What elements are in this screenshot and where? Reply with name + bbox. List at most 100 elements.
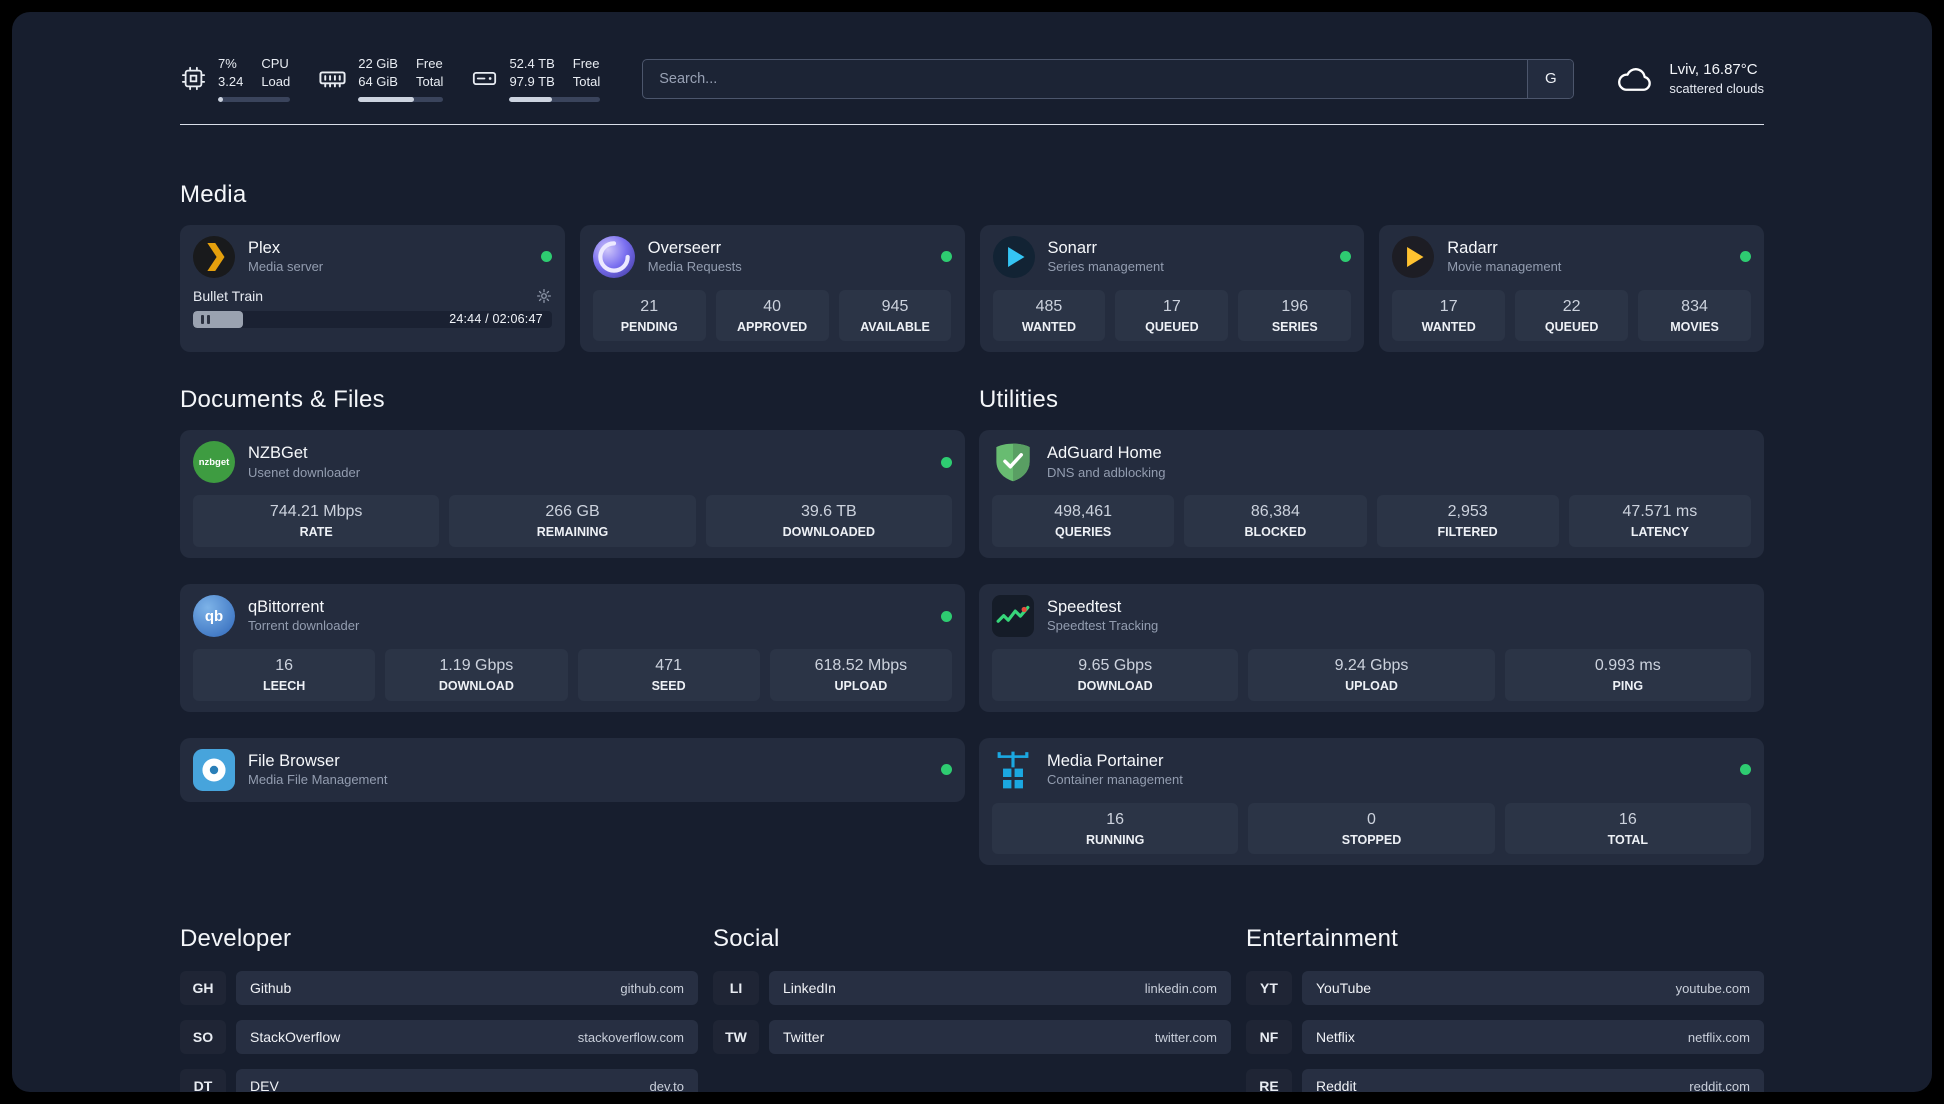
plex-icon: [193, 235, 235, 278]
stat-tile: 2,953 FILTERED: [1376, 495, 1559, 548]
topbar: 7% 3.24 CPU Load 22 GiB 64 GiB Free Tota…: [180, 56, 1764, 102]
disk-icon: [471, 65, 498, 92]
app-subtitle: Torrent downloader: [248, 618, 360, 634]
bookmark-abbr: TW: [713, 1020, 759, 1054]
app-subtitle: Series management: [1047, 259, 1164, 275]
app-subtitle: Media Requests: [647, 259, 742, 275]
bookmark-link-youtube[interactable]: YouTube youtube.com: [1302, 971, 1764, 1006]
weather-location: Lviv, 16.87°C: [1669, 60, 1758, 78]
portainer-card[interactable]: Media Portainer Container management 16 …: [979, 737, 1764, 866]
search-engine-button[interactable]: G: [1527, 59, 1574, 98]
stat-tile: 266 GB REMAINING: [449, 495, 696, 548]
stat-tile: 0.993 ms PING: [1504, 649, 1751, 701]
qbittorrent-card[interactable]: qb qBittorrent Torrent downloader 16 LEE…: [180, 584, 965, 712]
weather-widget: Lviv, 16.87°C scattered clouds: [1616, 60, 1764, 98]
stat-tile: 22 QUEUED: [1515, 289, 1629, 342]
stat-tile: 945 AVAILABLE: [838, 289, 952, 342]
qbittorrent-icon: qb: [193, 595, 235, 638]
disk-values: 52.4 TB 97.9 TB: [509, 56, 555, 89]
bookmark-link-reddit[interactable]: Reddit reddit.com: [1302, 1069, 1764, 1092]
radarr-icon: [1392, 235, 1435, 278]
disk-labels: Free Total: [572, 56, 601, 89]
section-documents: Documents & Files nzbget NZBGet Usenet d…: [180, 386, 965, 865]
bookmark-abbr: LI: [713, 971, 759, 1005]
stat-tile: 0 STOPPED: [1248, 802, 1495, 855]
stat-tile: 16 TOTAL: [1504, 802, 1751, 855]
bookmark-row: RE Reddit reddit.com: [1246, 1069, 1764, 1092]
disk-usage-bar: [509, 96, 601, 102]
filebrowser-card[interactable]: File Browser Media File Management: [180, 737, 965, 802]
app-title: Radarr: [1447, 238, 1498, 257]
bookmark-link-dev[interactable]: DEV dev.to: [236, 1069, 698, 1092]
app-title: AdGuard Home: [1047, 444, 1162, 463]
app-subtitle: Container management: [1047, 772, 1183, 788]
sonarr-card[interactable]: Sonarr Series management 485 WANTED 17 Q…: [979, 224, 1365, 353]
system-metrics: 7% 3.24 CPU Load 22 GiB 64 GiB Free Tota…: [180, 56, 601, 102]
utilities-section-title: Utilities: [979, 386, 1059, 414]
playback-progress-bar[interactable]: 24:44 / 02:06:47: [193, 310, 552, 328]
ram-metric: 22 GiB 64 GiB Free Total: [318, 56, 444, 102]
bookmark-row: LI LinkedIn linkedin.com: [713, 971, 1231, 1006]
cloud-icon: [1616, 64, 1656, 94]
bookmark-link-twitter[interactable]: Twitter twitter.com: [769, 1020, 1231, 1055]
portainer-icon: [992, 749, 1034, 791]
section-developer: Developer GH Github github.com SO StackO…: [180, 925, 698, 1092]
nzbget-card[interactable]: nzbget NZBGet Usenet downloader 744.21 M…: [180, 430, 965, 559]
overseerr-card[interactable]: Overseerr Media Requests 21 PENDING 40 A…: [579, 224, 965, 353]
adguard-card[interactable]: AdGuard Home DNS and adblocking 498,461 …: [979, 430, 1764, 559]
app-subtitle: Media server: [248, 259, 324, 275]
stat-tile: 196 SERIES: [1238, 289, 1352, 342]
search-input[interactable]: [643, 70, 1528, 87]
developer-section-title: Developer: [180, 925, 292, 953]
cpu-labels: CPU Load: [261, 56, 291, 89]
search-bar[interactable]: G: [642, 58, 1575, 99]
media-section-title: Media: [180, 180, 247, 208]
app-subtitle: Usenet downloader: [248, 464, 361, 480]
status-dot: [941, 764, 952, 776]
status-dot: [1740, 764, 1751, 776]
app-subtitle: Media File Management: [248, 772, 388, 788]
cpu-icon: [180, 65, 207, 92]
documents-section-title: Documents & Files: [180, 386, 385, 414]
stat-tile: 40 APPROVED: [715, 289, 829, 342]
plex-card[interactable]: Plex Media server Bullet Train 24:44 / 0…: [180, 224, 565, 353]
social-section-title: Social: [713, 925, 780, 953]
gear-icon[interactable]: [536, 288, 552, 304]
bookmark-abbr: NF: [1246, 1020, 1292, 1054]
stat-tile: 47.571 ms LATENCY: [1568, 495, 1751, 548]
stat-tile: 9.24 Gbps UPLOAD: [1248, 649, 1495, 701]
stat-tile: 86,384 BLOCKED: [1184, 495, 1367, 548]
bookmark-link-netflix[interactable]: Netflix netflix.com: [1302, 1020, 1764, 1055]
status-dot: [1740, 251, 1751, 263]
speedtest-card[interactable]: Speedtest Speedtest Tracking 9.65 Gbps D…: [979, 584, 1764, 712]
bookmark-link-linkedin[interactable]: LinkedIn linkedin.com: [769, 971, 1231, 1006]
pause-icon: [201, 314, 210, 324]
stat-tile: 471 SEED: [577, 649, 760, 701]
bookmark-row: TW Twitter twitter.com: [713, 1020, 1231, 1055]
app-subtitle: Movie management: [1447, 259, 1562, 275]
section-social: Social LI LinkedIn linkedin.com TW Twitt…: [713, 925, 1231, 1092]
section-entertainment: Entertainment YT YouTube youtube.com NF …: [1246, 925, 1764, 1092]
ram-values: 22 GiB 64 GiB: [358, 56, 398, 89]
stat-tile: 834 MOVIES: [1638, 289, 1751, 342]
plex-now-playing: Bullet Train 24:44 / 02:06:47: [193, 288, 552, 328]
stat-tile: 485 WANTED: [992, 289, 1106, 342]
bookmark-row: GH Github github.com: [180, 971, 698, 1006]
status-dot: [1340, 251, 1352, 263]
disk-metric: 52.4 TB 97.9 TB Free Total: [471, 56, 601, 102]
app-subtitle: Speedtest Tracking: [1047, 618, 1159, 634]
sonarr-icon: [992, 235, 1035, 278]
app-title: NZBGet: [248, 444, 308, 463]
radarr-card[interactable]: Radarr Movie management 17 WANTED 22 QUE…: [1379, 224, 1764, 353]
stat-tile: 17 QUEUED: [1115, 289, 1229, 342]
bookmark-abbr: SO: [180, 1020, 226, 1054]
app-title: Media Portainer: [1047, 751, 1164, 770]
bookmark-abbr: RE: [1246, 1069, 1292, 1092]
nzbget-icon: nzbget: [193, 441, 235, 484]
bookmark-link-stackoverflow[interactable]: StackOverflow stackoverflow.com: [236, 1020, 698, 1055]
stat-tile: 39.6 TB DOWNLOADED: [705, 495, 952, 548]
bookmark-link-github[interactable]: Github github.com: [236, 971, 698, 1006]
app-title: File Browser: [248, 751, 340, 770]
speedtest-icon: [992, 595, 1034, 638]
dashboard: 7% 3.24 CPU Load 22 GiB 64 GiB Free Tota…: [12, 12, 1932, 1092]
